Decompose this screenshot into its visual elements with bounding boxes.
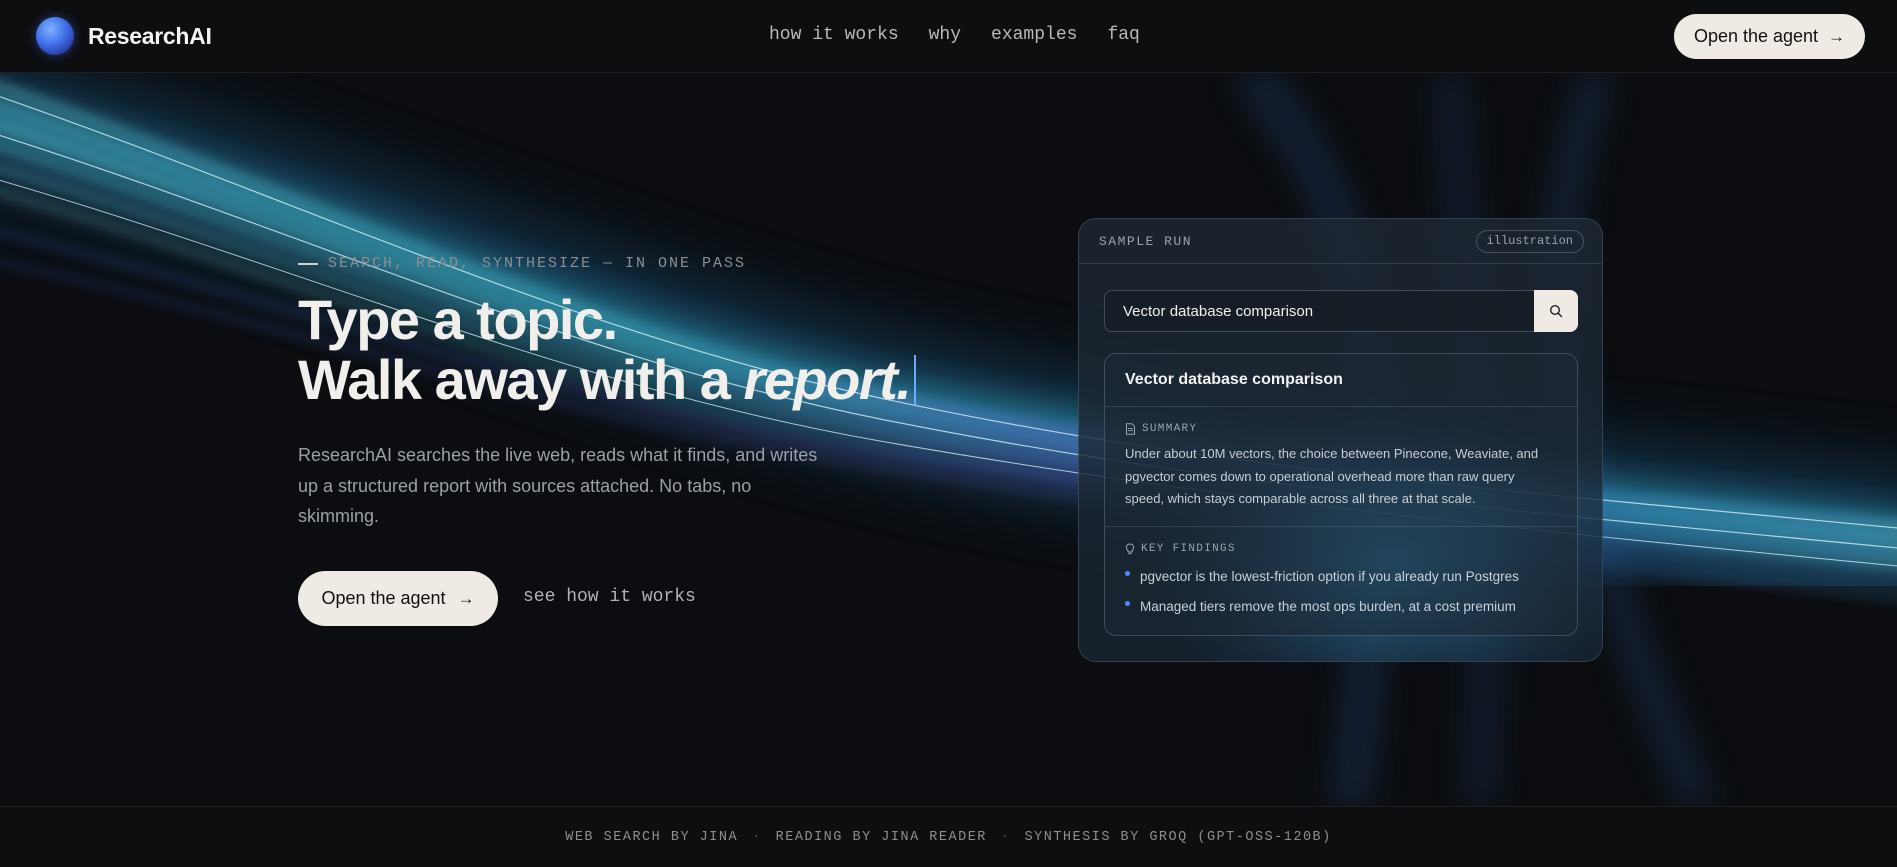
brand-logo[interactable]: ResearchAI <box>36 17 212 55</box>
finding-item: Managed tiers remove the most ops burden… <box>1125 592 1557 622</box>
card-title: SAMPLE RUN <box>1099 234 1193 249</box>
sample-search-input[interactable] <box>1104 290 1534 332</box>
site-footer: WEB SEARCH BY JINA · READING BY JINA REA… <box>0 806 1897 867</box>
footer-credit-reading: READING BY JINA READER <box>775 829 987 845</box>
search-icon <box>1549 304 1563 318</box>
finding-item: pgvector is the lowest-friction option i… <box>1125 562 1557 592</box>
site-header: ResearchAI how it works why examples faq… <box>0 0 1897 73</box>
nav-link-examples[interactable]: examples <box>991 25 1077 45</box>
nav-link-faq[interactable]: faq <box>1107 25 1139 45</box>
hero-lede: ResearchAI searches the live web, reads … <box>298 445 818 526</box>
findings-label-text: KEY FINDINGS <box>1141 542 1236 555</box>
report-findings-section: KEY FINDINGS pgvector is the lowest-fric… <box>1105 527 1577 622</box>
footer-separator: · <box>752 829 762 845</box>
hero-background-waves <box>0 73 1897 806</box>
headline-line-1: Type a topic. <box>298 288 618 351</box>
card-header: SAMPLE RUN illustration <box>1079 219 1602 264</box>
report-summary-section: SUMMARY Under about 10M vectors, the cho… <box>1105 407 1577 527</box>
findings-label: KEY FINDINGS <box>1125 543 1557 555</box>
open-agent-button[interactable]: Open the agent → <box>298 571 498 626</box>
report-title: Vector database comparison <box>1105 354 1577 407</box>
eyebrow-dash <box>298 262 318 265</box>
findings-list: pgvector is the lowest-friction option i… <box>1125 562 1557 622</box>
footer-credit-search: WEB SEARCH BY JINA <box>565 829 739 845</box>
bulb-icon <box>1125 542 1135 554</box>
main-nav: how it works why examples faq <box>769 25 1140 45</box>
header-cta-label: Open the agent <box>1693 26 1819 46</box>
logo-orb-icon <box>36 17 74 55</box>
headline-line-2-prefix: Walk away with a <box>298 348 744 411</box>
header-open-agent-button[interactable]: Open the agent → <box>1674 14 1865 59</box>
arrow-right-icon: → <box>1828 26 1846 46</box>
headline-line-2: Walk away with a report. <box>298 350 998 410</box>
sample-run-card: SAMPLE RUN illustration Vector database … <box>1078 218 1603 662</box>
brand-name: ResearchAI <box>88 22 212 49</box>
see-how-it-works-link[interactable]: see how it works <box>523 587 696 607</box>
illustration-badge: illustration <box>1475 230 1584 253</box>
cta-label: Open the agent <box>321 588 446 608</box>
eyebrow-text: SEARCH, READ, SYNTHESIZE — IN ONE PASS <box>328 255 747 272</box>
sample-search-bar <box>1104 290 1578 332</box>
footer-separator: · <box>1000 829 1011 845</box>
hero-eyebrow: SEARCH, READ, SYNTHESIZE — IN ONE PASS <box>298 255 746 272</box>
summary-label: SUMMARY <box>1125 423 1557 435</box>
summary-text: Under about 10M vectors, the choice betw… <box>1125 446 1539 506</box>
sample-search-button[interactable] <box>1534 290 1578 332</box>
summary-label-text: SUMMARY <box>1142 423 1198 435</box>
sample-report: Vector database comparison SUMMARY Under… <box>1104 353 1578 636</box>
headline-emphasis: report. <box>743 348 911 411</box>
document-icon <box>1126 423 1135 435</box>
nav-link-why[interactable]: why <box>929 25 961 45</box>
hero-headline: Type a topic. Walk away with a report. <box>298 290 998 410</box>
typing-caret <box>914 355 917 405</box>
footer-credit-synthesis: SYNTHESIS BY GROQ (GPT-OSS-120B) <box>1024 829 1332 845</box>
arrow-right-icon: → <box>457 588 475 608</box>
nav-link-how-it-works[interactable]: how it works <box>769 25 899 45</box>
